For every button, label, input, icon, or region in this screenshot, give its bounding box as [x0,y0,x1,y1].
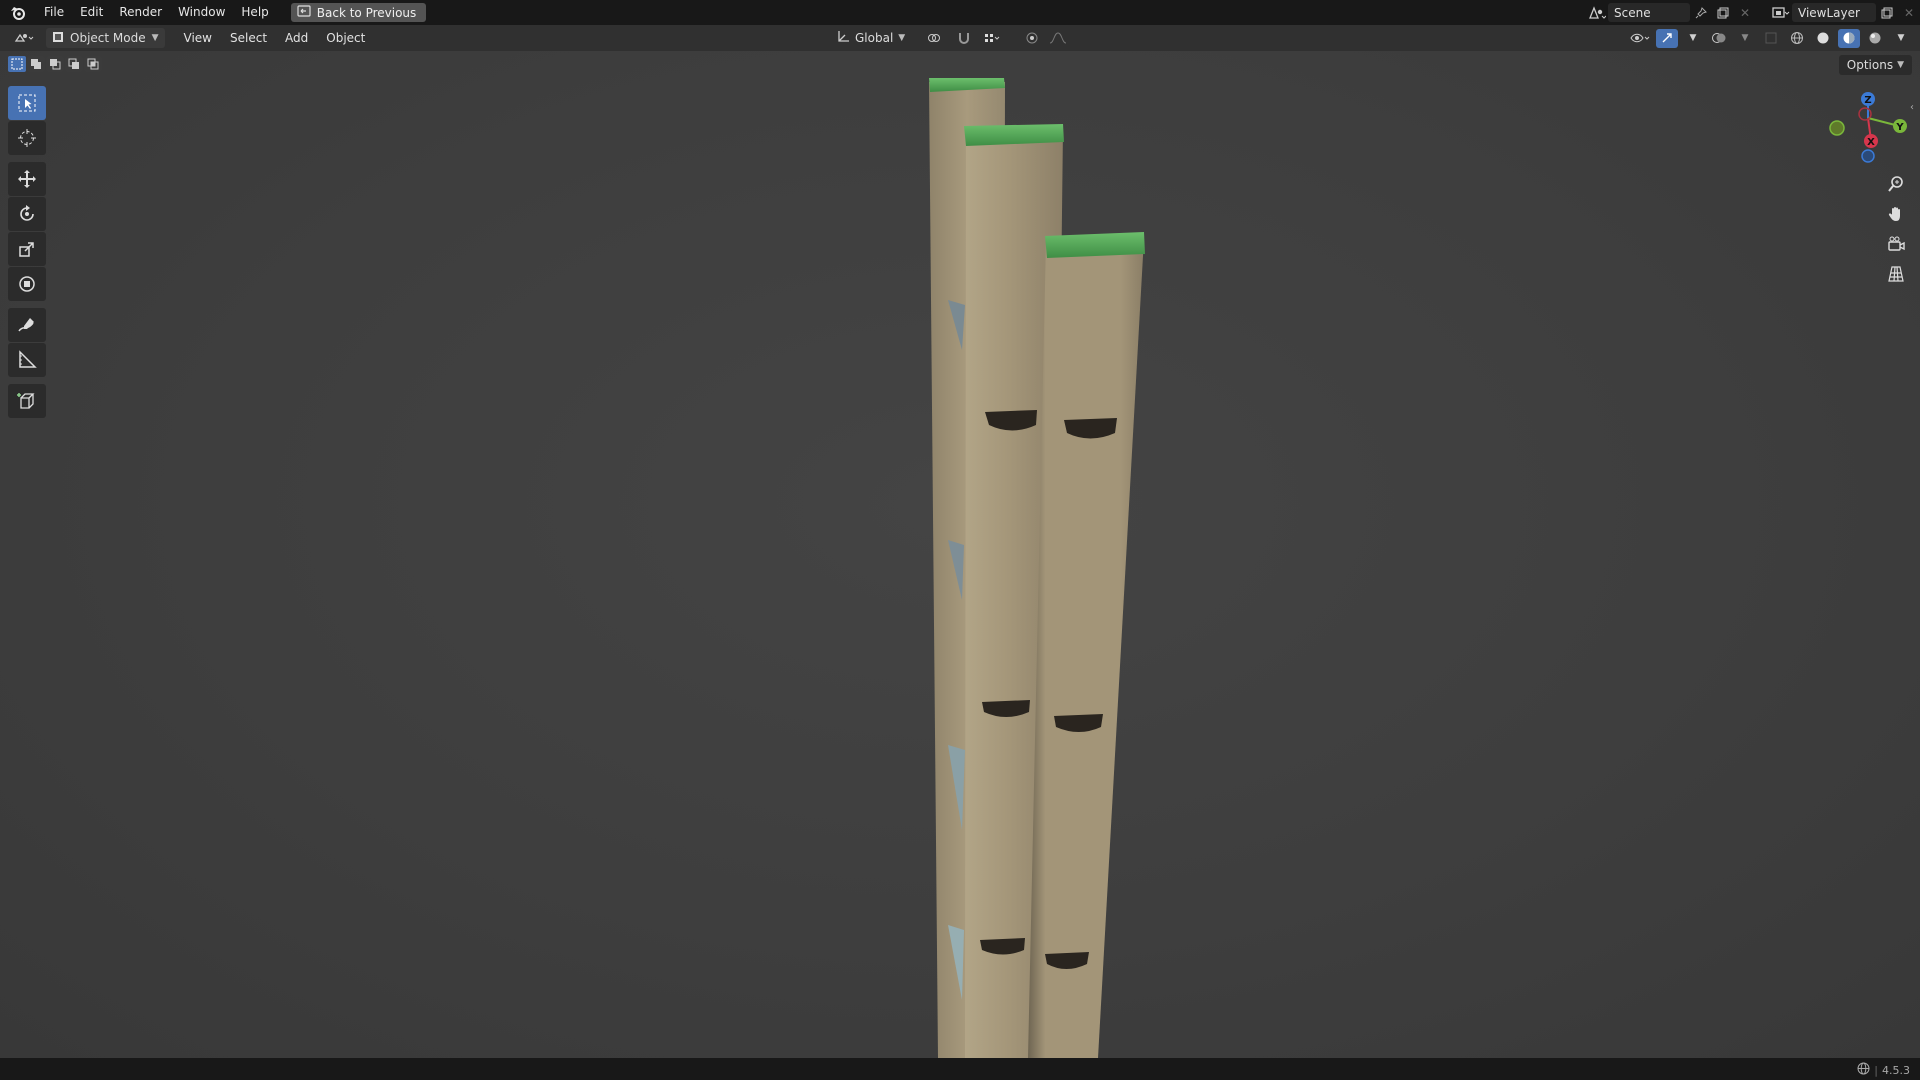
cursor-icon[interactable] [8,121,46,155]
grid-perspective-icon[interactable] [1883,262,1909,286]
camera-icon[interactable] [1883,232,1909,256]
viewport-navigation [1883,172,1909,286]
gizmo-neg-y-icon[interactable] [1829,120,1845,136]
chevron-down-icon: ▼ [1897,60,1904,70]
gizmo-z-label: Z [1864,95,1871,106]
select-extend-icon[interactable] [27,56,45,72]
selection-mode-group [8,56,102,72]
version-label: 4.5.3 [1882,1063,1910,1077]
scale-icon[interactable] [8,232,46,266]
status-separator: | [1874,1063,1878,1077]
select-new-icon[interactable] [8,56,26,72]
add-cube-icon[interactable] [8,384,46,418]
gizmo-y-label: Y [1895,122,1904,133]
select-invert-icon[interactable] [65,56,83,72]
measure-icon[interactable] [8,343,46,377]
options-dropdown[interactable]: Options ▼ [1838,55,1912,75]
status-bar: | 4.5.3 [0,1058,1920,1080]
select-subtract-icon[interactable] [46,56,64,72]
sidebar-toggle-icon[interactable]: ‹ [1910,102,1914,113]
move-icon[interactable] [8,162,46,196]
transform-icon[interactable] [8,267,46,301]
zoom-icon[interactable] [1883,172,1909,196]
gizmo-x-label: X [1867,137,1875,148]
annotate-icon[interactable] [8,308,46,342]
network-globe-icon [1857,1062,1870,1078]
pan-hand-icon[interactable] [1883,202,1909,226]
gizmo-neg-z-icon[interactable] [1861,149,1875,163]
version-info: | 4.5.3 [1857,1062,1910,1078]
gizmo-neg-x-icon[interactable] [1858,107,1872,121]
rotate-icon[interactable] [8,197,46,231]
pillar-front[interactable] [1028,232,1145,1058]
select-intersect-icon[interactable] [84,56,102,72]
options-label: Options [1846,58,1894,72]
tool-shelf [8,86,48,419]
scene-objects [929,78,1145,1058]
navigation-gizmo[interactable]: Z Y X [1824,86,1914,166]
select-box-icon[interactable] [8,86,46,120]
